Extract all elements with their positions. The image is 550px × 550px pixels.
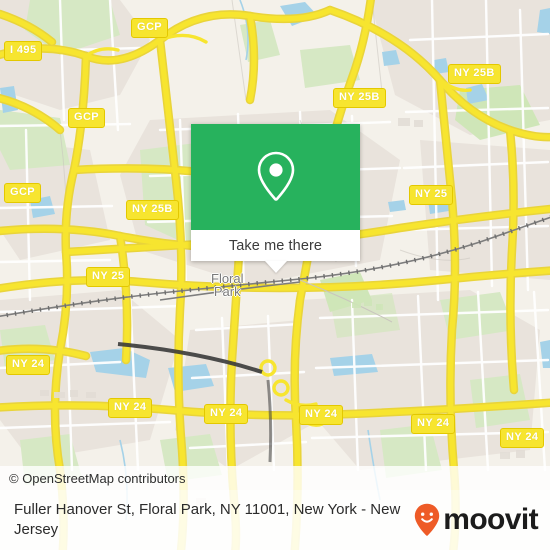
highway-shield[interactable]: NY 24 xyxy=(500,428,545,448)
highway-shield[interactable]: NY 24 xyxy=(108,398,153,418)
location-popup[interactable]: Take me there xyxy=(191,124,360,273)
popup-header xyxy=(191,124,360,230)
highway-shield[interactable]: NY 24 xyxy=(411,414,456,434)
highway-shield[interactable]: NY 25B xyxy=(126,200,179,220)
highway-shield[interactable]: GCP xyxy=(68,108,106,128)
highway-shield[interactable]: I 495 xyxy=(4,41,43,61)
highway-shield[interactable]: NY 25 xyxy=(86,267,131,287)
location-pin-icon xyxy=(257,151,294,201)
address-label: Fuller Hanover St, Floral Park, NY 11001… xyxy=(14,501,401,538)
map-screenshot: .land { fill:#f4f1ea; } .resid { fill:#e… xyxy=(0,0,550,550)
highway-shield[interactable]: GCP xyxy=(4,183,42,203)
take-me-there-label: Take me there xyxy=(228,237,323,254)
highway-shield[interactable]: NY 24 xyxy=(204,404,249,424)
highway-shield[interactable]: NY 25B xyxy=(333,88,386,108)
place-label-floral-park: Floral Park xyxy=(211,271,244,299)
attribution-text: © OpenStreetMap contributors xyxy=(9,470,186,486)
highway-shield[interactable]: GCP xyxy=(131,18,169,38)
highway-shield[interactable]: NY 25B xyxy=(448,64,501,84)
moovit-pin-icon xyxy=(415,503,440,536)
highway-shield[interactable]: NY 25 xyxy=(409,185,454,205)
moovit-wordmark: moovit xyxy=(443,503,538,536)
take-me-there-button[interactable]: Take me there xyxy=(191,230,360,261)
footer-bar: Fuller Hanover St, Floral Park, NY 11001… xyxy=(0,490,550,550)
highway-shield[interactable]: NY 24 xyxy=(299,405,344,425)
moovit-logo[interactable]: moovit xyxy=(414,503,539,537)
map-attribution[interactable]: © OpenStreetMap contributors xyxy=(0,466,550,490)
popup-pointer-tail xyxy=(264,261,287,273)
highway-shield[interactable]: NY 24 xyxy=(6,355,51,375)
